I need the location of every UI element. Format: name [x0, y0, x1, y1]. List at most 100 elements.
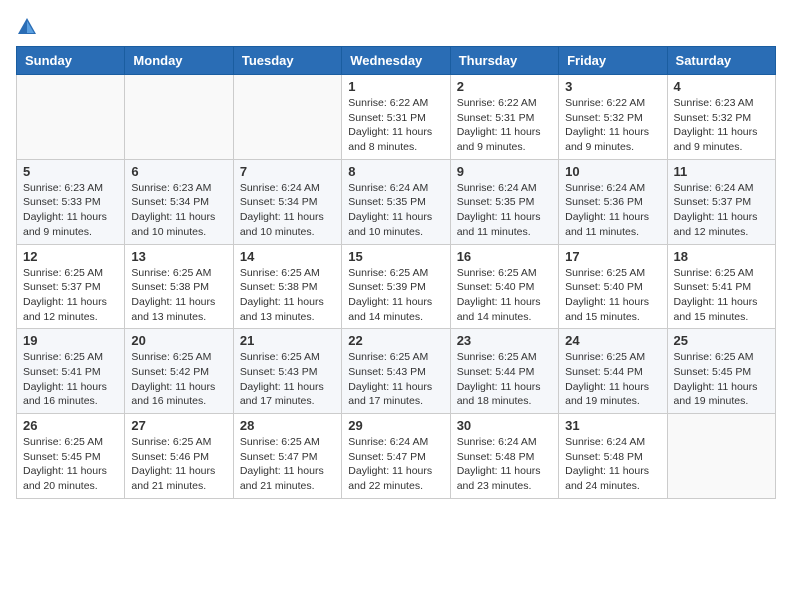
logo [16, 16, 42, 38]
calendar-cell: 12 Sunrise: 6:25 AMSunset: 5:37 PMDayligh… [17, 244, 125, 329]
day-number: 1 [348, 79, 443, 94]
day-number: 8 [348, 164, 443, 179]
day-number: 23 [457, 333, 552, 348]
day-number: 15 [348, 249, 443, 264]
day-info: Sunrise: 6:25 AMSunset: 5:40 PMDaylight:… [457, 266, 552, 325]
calendar-cell: 7 Sunrise: 6:24 AMSunset: 5:34 PMDaylight… [233, 159, 341, 244]
day-number: 30 [457, 418, 552, 433]
calendar-cell: 24 Sunrise: 6:25 AMSunset: 5:44 PMDayligh… [559, 329, 667, 414]
calendar-cell: 5Sunrise: 6:23 AMSunset: 5:33 PMDaylight… [17, 159, 125, 244]
day-number: 6 [131, 164, 226, 179]
day-number: 21 [240, 333, 335, 348]
day-number: 4 [674, 79, 769, 94]
day-number: 19 [23, 333, 118, 348]
calendar-cell: 9 Sunrise: 6:24 AMSunset: 5:35 PMDaylight… [450, 159, 558, 244]
day-info: Sunrise: 6:25 AMSunset: 5:41 PMDaylight:… [23, 350, 118, 409]
day-number: 10 [565, 164, 660, 179]
day-info: Sunrise: 6:24 AMSunset: 5:35 PMDaylight:… [457, 181, 552, 240]
day-number: 16 [457, 249, 552, 264]
day-number: 3 [565, 79, 660, 94]
day-info: Sunrise: 6:25 AMSunset: 5:39 PMDaylight:… [348, 266, 443, 325]
day-number: 2 [457, 79, 552, 94]
weekday-header-tuesday: Tuesday [233, 47, 341, 75]
day-number: 7 [240, 164, 335, 179]
calendar-cell: 27Sunrise: 6:25 AMSunset: 5:46 PMDayligh… [125, 414, 233, 499]
calendar-cell: 10 Sunrise: 6:24 AMSunset: 5:36 PMDayligh… [559, 159, 667, 244]
day-number: 28 [240, 418, 335, 433]
weekday-header-friday: Friday [559, 47, 667, 75]
day-info: Sunrise: 6:25 AMSunset: 5:44 PMDaylight:… [457, 350, 552, 409]
calendar-cell [125, 75, 233, 160]
day-number: 11 [674, 164, 769, 179]
calendar-cell [667, 414, 775, 499]
day-number: 13 [131, 249, 226, 264]
day-info: Sunrise: 6:25 AMSunset: 5:46 PMDaylight:… [131, 435, 226, 494]
calendar-cell: 30 Sunrise: 6:24 AMSunset: 5:48 PMDayligh… [450, 414, 558, 499]
day-info: Sunrise: 6:23 AMSunset: 5:32 PMDaylight:… [674, 96, 769, 155]
calendar-cell: 8Sunrise: 6:24 AMSunset: 5:35 PMDaylight… [342, 159, 450, 244]
day-number: 29 [348, 418, 443, 433]
calendar-cell: 1 Sunrise: 6:22 AMSunset: 5:31 PMDaylight… [342, 75, 450, 160]
day-info: Sunrise: 6:25 AMSunset: 5:42 PMDaylight:… [131, 350, 226, 409]
day-info: Sunrise: 6:24 AMSunset: 5:47 PMDaylight:… [348, 435, 443, 494]
calendar-cell [17, 75, 125, 160]
weekday-header-wednesday: Wednesday [342, 47, 450, 75]
day-info: Sunrise: 6:25 AMSunset: 5:45 PMDaylight:… [674, 350, 769, 409]
page-header [16, 16, 776, 38]
weekday-header-monday: Monday [125, 47, 233, 75]
calendar-cell: 29 Sunrise: 6:24 AMSunset: 5:47 PMDayligh… [342, 414, 450, 499]
weekday-header-saturday: Saturday [667, 47, 775, 75]
calendar-cell: 16 Sunrise: 6:25 AMSunset: 5:40 PMDayligh… [450, 244, 558, 329]
calendar-week-row: 5Sunrise: 6:23 AMSunset: 5:33 PMDaylight… [17, 159, 776, 244]
day-number: 17 [565, 249, 660, 264]
calendar-cell: 17 Sunrise: 6:25 AMSunset: 5:40 PMDayligh… [559, 244, 667, 329]
day-info: Sunrise: 6:24 AMSunset: 5:34 PMDaylight:… [240, 181, 335, 240]
day-info: Sunrise: 6:22 AMSunset: 5:31 PMDaylight:… [457, 96, 552, 155]
day-info: Sunrise: 6:25 AMSunset: 5:47 PMDaylight:… [240, 435, 335, 494]
day-number: 22 [348, 333, 443, 348]
weekday-header-sunday: Sunday [17, 47, 125, 75]
calendar-cell: 28 Sunrise: 6:25 AMSunset: 5:47 PMDayligh… [233, 414, 341, 499]
day-info: Sunrise: 6:24 AMSunset: 5:36 PMDaylight:… [565, 181, 660, 240]
calendar-cell: 31Sunrise: 6:24 AMSunset: 5:48 PMDayligh… [559, 414, 667, 499]
weekday-header-row: SundayMondayTuesdayWednesdayThursdayFrid… [17, 47, 776, 75]
calendar-cell: 14Sunrise: 6:25 AMSunset: 5:38 PMDayligh… [233, 244, 341, 329]
day-number: 5 [23, 164, 118, 179]
calendar-cell: 2 Sunrise: 6:22 AMSunset: 5:31 PMDaylight… [450, 75, 558, 160]
calendar-cell: 21 Sunrise: 6:25 AMSunset: 5:43 PMDayligh… [233, 329, 341, 414]
day-info: Sunrise: 6:22 AMSunset: 5:31 PMDaylight:… [348, 96, 443, 155]
calendar-cell: 11 Sunrise: 6:24 AMSunset: 5:37 PMDayligh… [667, 159, 775, 244]
calendar-week-row: 12 Sunrise: 6:25 AMSunset: 5:37 PMDayligh… [17, 244, 776, 329]
day-info: Sunrise: 6:23 AMSunset: 5:34 PMDaylight:… [131, 181, 226, 240]
weekday-header-thursday: Thursday [450, 47, 558, 75]
day-number: 31 [565, 418, 660, 433]
day-info: Sunrise: 6:25 AMSunset: 5:43 PMDaylight:… [348, 350, 443, 409]
calendar-cell: 25Sunrise: 6:25 AMSunset: 5:45 PMDayligh… [667, 329, 775, 414]
day-info: Sunrise: 6:25 AMSunset: 5:45 PMDaylight:… [23, 435, 118, 494]
calendar-table: SundayMondayTuesdayWednesdayThursdayFrid… [16, 46, 776, 499]
day-info: Sunrise: 6:24 AMSunset: 5:37 PMDaylight:… [674, 181, 769, 240]
calendar-cell: 4 Sunrise: 6:23 AMSunset: 5:32 PMDaylight… [667, 75, 775, 160]
calendar-cell: 3 Sunrise: 6:22 AMSunset: 5:32 PMDaylight… [559, 75, 667, 160]
calendar-week-row: 26 Sunrise: 6:25 AMSunset: 5:45 PMDayligh… [17, 414, 776, 499]
day-info: Sunrise: 6:25 AMSunset: 5:44 PMDaylight:… [565, 350, 660, 409]
calendar-cell: 23 Sunrise: 6:25 AMSunset: 5:44 PMDayligh… [450, 329, 558, 414]
day-number: 26 [23, 418, 118, 433]
day-info: Sunrise: 6:25 AMSunset: 5:38 PMDaylight:… [131, 266, 226, 325]
day-number: 24 [565, 333, 660, 348]
calendar-cell: 13 Sunrise: 6:25 AMSunset: 5:38 PMDayligh… [125, 244, 233, 329]
day-number: 12 [23, 249, 118, 264]
day-info: Sunrise: 6:25 AMSunset: 5:37 PMDaylight:… [23, 266, 118, 325]
calendar-cell: 26 Sunrise: 6:25 AMSunset: 5:45 PMDayligh… [17, 414, 125, 499]
calendar-cell: 19 Sunrise: 6:25 AMSunset: 5:41 PMDayligh… [17, 329, 125, 414]
day-number: 18 [674, 249, 769, 264]
day-info: Sunrise: 6:22 AMSunset: 5:32 PMDaylight:… [565, 96, 660, 155]
day-number: 14 [240, 249, 335, 264]
day-info: Sunrise: 6:25 AMSunset: 5:43 PMDaylight:… [240, 350, 335, 409]
calendar-cell: 6 Sunrise: 6:23 AMSunset: 5:34 PMDaylight… [125, 159, 233, 244]
day-number: 9 [457, 164, 552, 179]
calendar-cell: 20Sunrise: 6:25 AMSunset: 5:42 PMDayligh… [125, 329, 233, 414]
day-info: Sunrise: 6:25 AMSunset: 5:40 PMDaylight:… [565, 266, 660, 325]
day-info: Sunrise: 6:24 AMSunset: 5:48 PMDaylight:… [457, 435, 552, 494]
calendar-cell [233, 75, 341, 160]
